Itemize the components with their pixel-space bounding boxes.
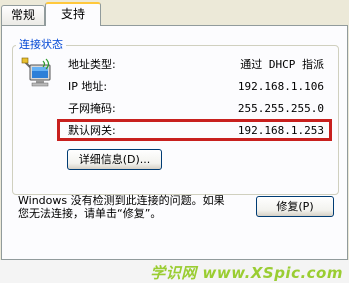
watermark-bar: 学识网 www.XSpic.com [0, 260, 349, 283]
ip-address-label: IP 地址: [68, 80, 108, 93]
network-connection-icon [21, 56, 55, 90]
details-button[interactable]: 详细信息(D)... [67, 149, 162, 170]
support-panel: 连接状态 地址类型: 通过 DHCP 指派 IP 地址: 192.168.1.1… [1, 25, 348, 260]
address-type-value: 通过 DHCP 指派 [240, 58, 324, 71]
connection-properties-window: 常规 支持 连接状态 地址类型: 通过 DHCP 指派 IP 地址: 192.1… [0, 0, 349, 283]
ip-address-row: IP 地址: 192.168.1.106 [68, 80, 324, 94]
tab-general[interactable]: 常规 [1, 5, 45, 25]
watermark-text: 学识网 www.XSpic.com [150, 264, 343, 282]
tab-support[interactable]: 支持 [45, 2, 101, 26]
subnet-mask-value: 255.255.255.0 [237, 102, 324, 115]
subnet-mask-row: 子网掩码: 255.255.255.0 [68, 102, 324, 116]
ip-address-value: 192.168.1.106 [237, 80, 324, 93]
address-type-row: 地址类型: 通过 DHCP 指派 [68, 58, 324, 72]
connection-status-title: 连接状态 [16, 38, 66, 52]
subnet-mask-label: 子网掩码: [68, 102, 116, 115]
repair-button[interactable]: 修复(P) [256, 196, 334, 217]
gateway-highlight-box [57, 119, 332, 141]
diagnostic-message: Windows 没有检测到此连接的问题。如果 您无法连接，请单击“修复”。 [18, 194, 225, 220]
address-type-label: 地址类型: [68, 58, 116, 71]
